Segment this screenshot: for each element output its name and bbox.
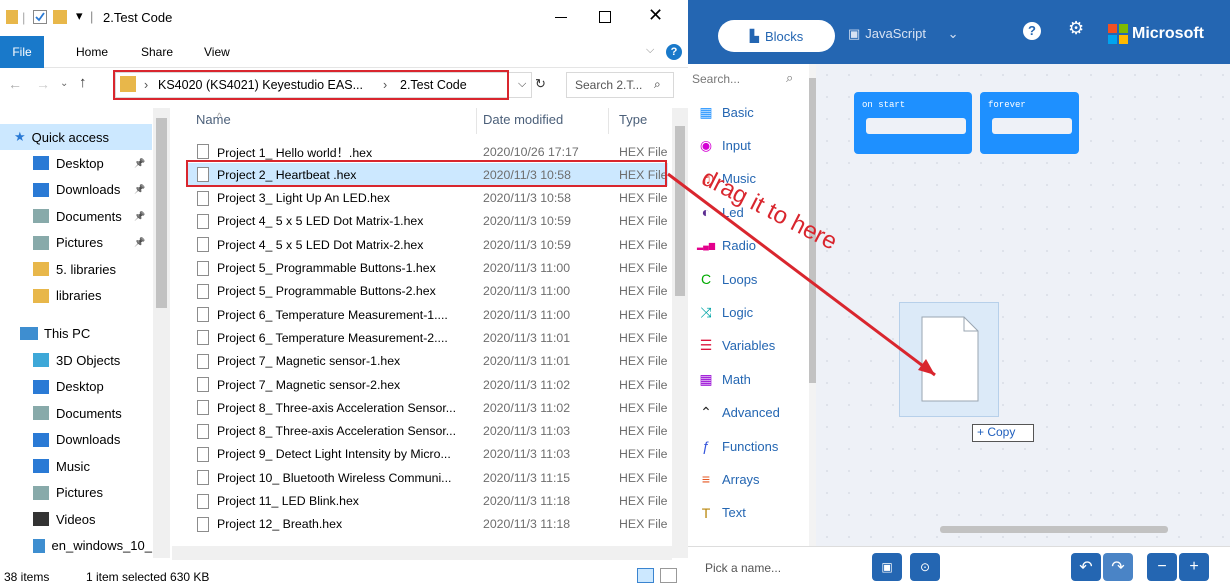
drag-arrow-line: [667, 172, 936, 377]
drag-annotation-text: drag it to here: [697, 164, 841, 255]
drag-arrow-head: [918, 359, 935, 375]
drag-annotation-overlay: drag it to here: [667, 164, 936, 377]
